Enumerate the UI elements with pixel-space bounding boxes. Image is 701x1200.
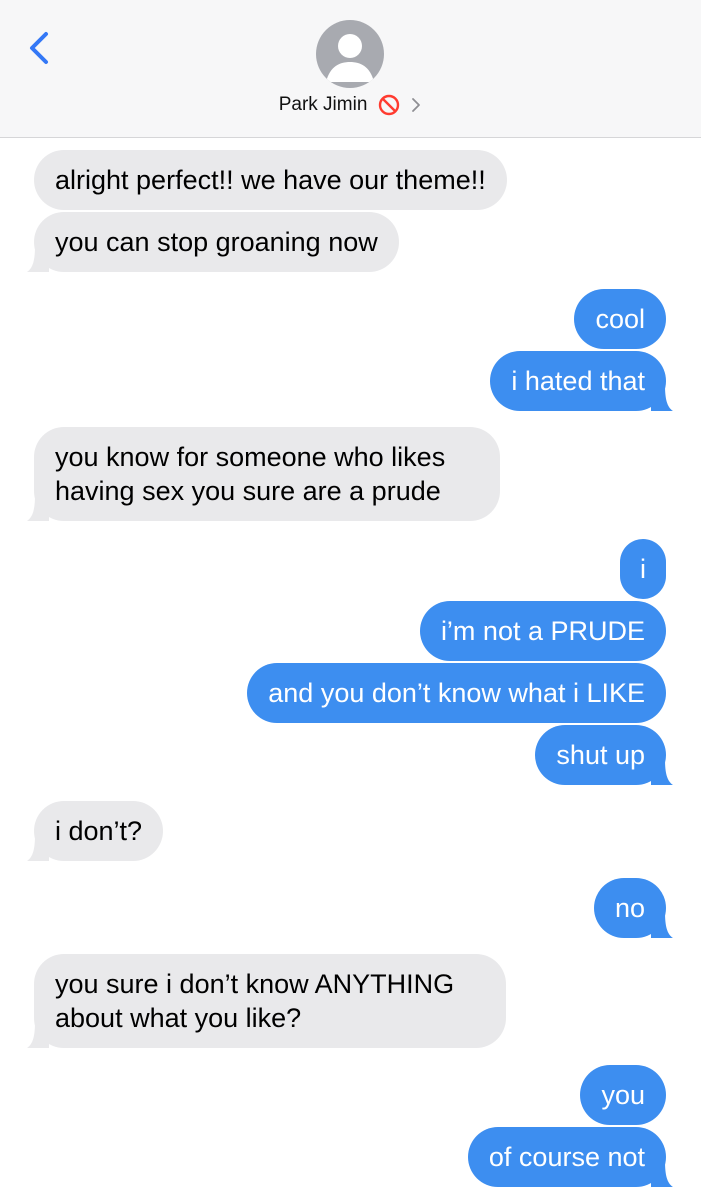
message-text: i hated that: [511, 366, 645, 396]
bubble-tail-icon: [27, 835, 49, 861]
person-icon: [326, 34, 374, 82]
message-bubble-outgoing[interactable]: and you don’t know what i LIKE: [247, 663, 666, 723]
message-text: no: [614, 893, 645, 923]
message-bubble-incoming[interactable]: you can stop groaning now: [27, 212, 399, 272]
avatar[interactable]: [316, 20, 384, 88]
message-text: you can stop groaning now: [55, 227, 378, 257]
message-text: shut up: [556, 740, 645, 770]
message-bubble-outgoing[interactable]: shut up: [535, 725, 673, 785]
message-text: of course not: [488, 1142, 645, 1172]
message-text: i don’t?: [55, 816, 143, 846]
bubble-tail-icon: [651, 1161, 673, 1187]
message-text: i’m not a PRUDE: [440, 616, 645, 646]
message-text: alright perfect!! we have our theme!!: [55, 165, 486, 195]
message-bubble-outgoing[interactable]: i’m not a PRUDE: [419, 601, 666, 661]
bubble-tail-icon: [651, 385, 673, 411]
message-text: cool: [595, 304, 645, 334]
message-text: you: [601, 1080, 645, 1110]
message-bubble-outgoing[interactable]: i: [620, 539, 666, 599]
message-bubble-outgoing[interactable]: cool: [574, 289, 666, 349]
message-bubble-outgoing[interactable]: i hated that: [490, 351, 673, 411]
message-bubble-incoming[interactable]: i don’t?: [27, 801, 164, 861]
contact-name: Park Jimin: [278, 94, 368, 115]
message-text: you sure i don’t know ANYTHING about wha…: [55, 969, 455, 1033]
chevron-right-icon: [412, 98, 421, 112]
message-bubble-incoming[interactable]: alright perfect!! we have our theme!!: [34, 150, 507, 210]
contact-name-row[interactable]: Park Jimin: [0, 94, 701, 122]
message-bubble-outgoing[interactable]: of course not: [467, 1127, 673, 1187]
message-bubble-incoming[interactable]: you sure i don’t know ANYTHING about wha…: [27, 954, 506, 1048]
back-chevron-icon[interactable]: [22, 28, 62, 68]
message-bubble-outgoing[interactable]: no: [593, 878, 673, 938]
message-text: you know for someone who likes having se…: [55, 442, 446, 506]
bubble-tail-icon: [651, 759, 673, 785]
bubble-tail-icon: [27, 246, 49, 272]
message-text: i: [640, 554, 646, 584]
blocked-icon: [378, 94, 400, 116]
message-bubble-incoming[interactable]: you know for someone who likes having se…: [27, 427, 500, 521]
message-text: and you don’t know what i LIKE: [268, 678, 645, 708]
bubble-tail-icon: [651, 912, 673, 938]
bubble-tail-icon: [27, 1022, 49, 1048]
bubble-tail-icon: [27, 495, 49, 521]
message-bubble-outgoing[interactable]: you: [580, 1065, 666, 1125]
conversation-header: Park Jimin: [0, 0, 701, 138]
